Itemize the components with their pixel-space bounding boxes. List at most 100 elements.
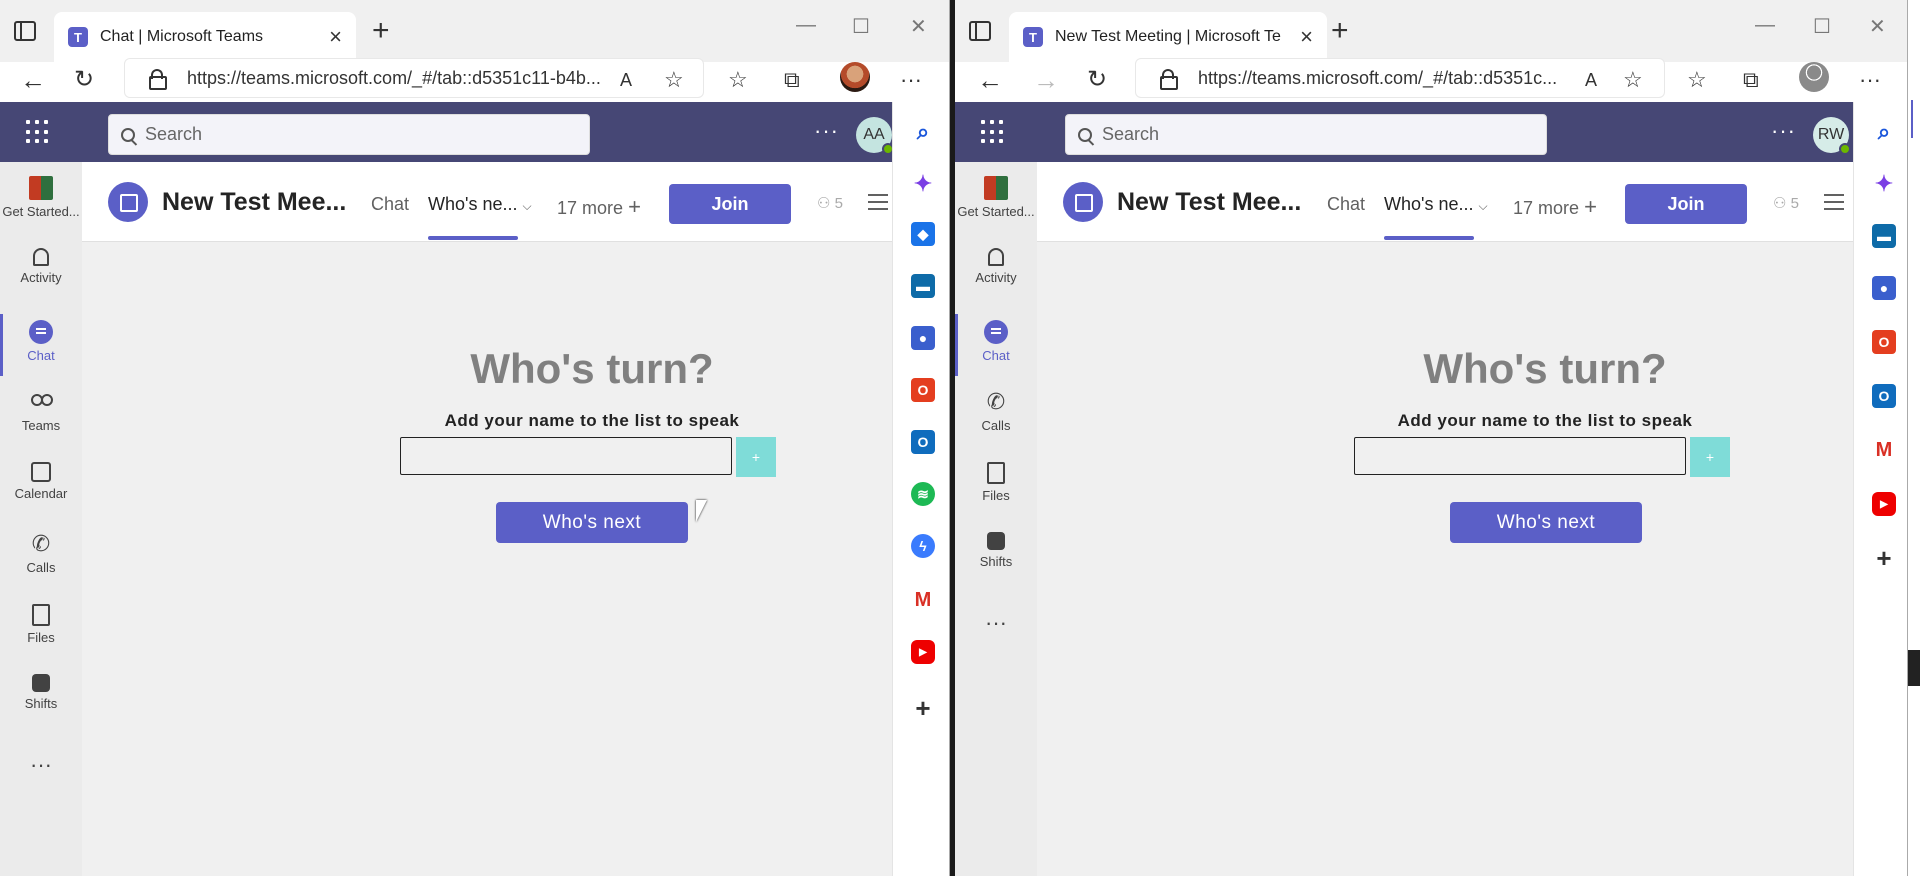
app-launcher-icon[interactable]	[26, 120, 50, 144]
whos-next-button[interactable]: Who's next	[1450, 502, 1642, 543]
collections-icon[interactable]: ⧉	[784, 64, 800, 96]
close-tab-icon[interactable]: ×	[1300, 24, 1313, 50]
search-icon[interactable]: ⌕	[1872, 119, 1896, 144]
games-icon[interactable]: ●	[911, 326, 935, 350]
rail-item-activity[interactable]: Activity	[0, 242, 82, 304]
add-name-button[interactable]: +	[736, 437, 776, 477]
favorites-icon[interactable]: ☆	[728, 64, 748, 96]
rail-item-get-started[interactable]: Get Started...	[955, 170, 1037, 232]
add-app-icon[interactable]: +	[1872, 543, 1896, 573]
rail-item-files[interactable]: Files	[955, 456, 1037, 518]
tab-label: 17 more	[1513, 198, 1580, 218]
rail-item-chat[interactable]: Chat	[0, 314, 82, 376]
more-menu-icon[interactable]: ···	[1859, 64, 1881, 96]
rail-item-calls[interactable]: ✆ Calls	[0, 526, 82, 588]
rail-item-shifts[interactable]: Shifts	[955, 526, 1037, 588]
list-icon[interactable]	[868, 194, 888, 210]
name-input[interactable]	[400, 437, 732, 475]
shopping-tag-icon[interactable]: ◆	[911, 222, 935, 246]
maximize-button[interactable]: ☐	[852, 14, 870, 39]
tools-icon[interactable]: ▬	[1872, 224, 1896, 248]
name-input[interactable]	[1354, 437, 1686, 475]
profile-avatar[interactable]	[1799, 62, 1829, 92]
whos-turn-widget: Who's turn? Add your name to the list to…	[1345, 345, 1745, 431]
whos-next-button[interactable]: Who's next	[496, 502, 688, 543]
read-aloud-icon[interactable]: A	[1585, 64, 1597, 96]
rail-item-shifts[interactable]: Shifts	[0, 668, 82, 730]
more-menu-icon[interactable]: ···	[900, 64, 922, 96]
search-input[interactable]: Search	[1065, 114, 1547, 155]
search-icon[interactable]: ⌕	[911, 119, 935, 144]
maximize-button[interactable]: ☐	[1813, 14, 1831, 39]
rail-item-teams[interactable]: Teams	[0, 384, 82, 446]
office-icon[interactable]: O	[1872, 330, 1896, 354]
games-icon[interactable]: ●	[1872, 276, 1896, 300]
close-tab-icon[interactable]: ×	[329, 24, 342, 50]
forward-button[interactable]: →	[1033, 64, 1059, 96]
outlook-icon[interactable]: O	[1872, 384, 1896, 408]
tab-chat[interactable]: Chat	[1327, 194, 1365, 215]
more-apps-button[interactable]: ···	[0, 754, 82, 816]
settings-more-icon[interactable]: ···	[814, 118, 839, 144]
back-button[interactable]: ←	[977, 64, 1003, 96]
add-favorite-icon[interactable]: ☆	[1623, 64, 1643, 96]
user-avatar[interactable]: RW	[1813, 117, 1851, 155]
tab-actions-icon[interactable]	[969, 21, 991, 41]
read-aloud-icon[interactable]: A	[620, 64, 632, 96]
tab-chat[interactable]: Chat	[371, 194, 409, 215]
collections-icon[interactable]: ⧉	[1743, 64, 1759, 96]
list-icon[interactable]	[1824, 194, 1844, 210]
whos-turn-widget: Who's turn? Add your name to the list to…	[392, 345, 792, 431]
close-window-button[interactable]: ✕	[910, 14, 927, 39]
profile-avatar[interactable]	[840, 62, 870, 92]
close-window-button[interactable]: ✕	[1869, 14, 1886, 39]
tab-actions-icon[interactable]	[14, 21, 36, 41]
more-apps-button[interactable]: ···	[955, 612, 1037, 674]
add-name-button[interactable]: +	[1690, 437, 1730, 477]
rail-item-get-started[interactable]: Get Started...	[0, 170, 82, 232]
url-field[interactable]: https://teams.microsoft.com/_#/tab::d535…	[124, 58, 704, 98]
refresh-button[interactable]: ↻	[1087, 64, 1107, 96]
back-button[interactable]: ←	[20, 64, 46, 96]
youtube-icon[interactable]: ▶	[911, 640, 935, 664]
rail-item-files[interactable]: Files	[0, 598, 82, 660]
copilot-icon[interactable]: ✦	[1872, 171, 1896, 196]
minimize-button[interactable]: —	[1755, 14, 1775, 37]
browser-tab[interactable]: T New Test Meeting | Microsoft Te ×	[1009, 12, 1327, 62]
join-button[interactable]: Join	[669, 184, 791, 224]
new-tab-button[interactable]: +	[1331, 16, 1349, 46]
join-button[interactable]: Join	[1625, 184, 1747, 224]
rail-item-activity[interactable]: Activity	[955, 242, 1037, 304]
url-text: https://teams.microsoft.com/_#/tab::d535…	[187, 67, 601, 88]
youtube-icon[interactable]: ▶	[1872, 492, 1896, 516]
tab-title: Chat | Microsoft Teams	[100, 28, 264, 45]
tab-more[interactable]: 17 more +	[1513, 194, 1597, 220]
favorites-icon[interactable]: ☆	[1687, 64, 1707, 96]
participants-button[interactable]: ⚇ 5	[1773, 194, 1799, 212]
gmail-icon[interactable]: M	[1872, 438, 1896, 462]
rail-item-chat[interactable]: Chat	[955, 314, 1037, 376]
messenger-icon[interactable]: ϟ	[911, 534, 935, 558]
refresh-button[interactable]: ↻	[74, 64, 94, 96]
add-app-icon[interactable]: +	[911, 693, 935, 723]
rail-item-calls[interactable]: ✆ Calls	[955, 384, 1037, 446]
user-avatar[interactable]: AA	[856, 117, 894, 155]
browser-tab[interactable]: T Chat | Microsoft Teams ×	[54, 12, 356, 62]
app-launcher-icon[interactable]	[981, 120, 1005, 144]
search-input[interactable]: Search	[108, 114, 590, 155]
add-favorite-icon[interactable]: ☆	[664, 64, 684, 96]
spotify-icon[interactable]: ≋	[911, 482, 935, 506]
tab-more[interactable]: 17 more +	[557, 194, 641, 220]
tab-whos-next[interactable]: Who's ne... ⌵	[428, 194, 532, 215]
copilot-icon[interactable]: ✦	[911, 171, 935, 196]
rail-item-calendar[interactable]: Calendar	[0, 456, 82, 518]
tab-whos-next[interactable]: Who's ne... ⌵	[1384, 194, 1488, 215]
participants-button[interactable]: ⚇ 5	[817, 194, 843, 212]
gmail-icon[interactable]: M	[911, 588, 935, 612]
new-tab-button[interactable]: +	[372, 16, 390, 46]
tools-icon[interactable]: ▬	[911, 274, 935, 298]
settings-more-icon[interactable]: ···	[1771, 118, 1796, 144]
outlook-icon[interactable]: O	[911, 430, 935, 454]
minimize-button[interactable]: —	[796, 14, 816, 37]
office-icon[interactable]: O	[911, 378, 935, 402]
